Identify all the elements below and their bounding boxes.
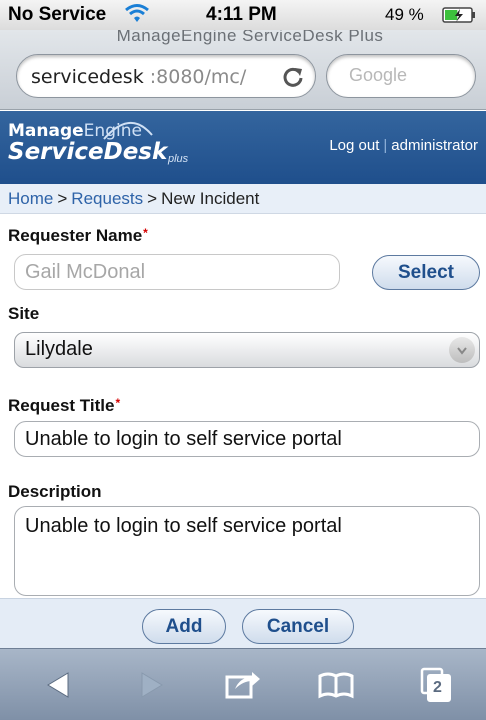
request-title-label: Request Title* xyxy=(8,396,120,416)
logo-manage: Manage xyxy=(8,121,84,141)
header-links: Log out | administrator xyxy=(329,137,478,154)
breadcrumb-current: New Incident xyxy=(161,189,260,208)
request-title-label-text: Request Title xyxy=(8,396,115,415)
status-bar: No Service 4:11 PM 49 % xyxy=(0,0,486,30)
breadcrumb-home[interactable]: Home xyxy=(8,189,53,208)
user-link[interactable]: administrator xyxy=(391,137,478,154)
logo-servicedesk: ServiceDesk xyxy=(8,139,168,165)
logo-swoosh-icon xyxy=(103,121,153,140)
breadcrumb-requests[interactable]: Requests xyxy=(71,189,143,208)
url-field[interactable]: servicedesk :8080/mc/ xyxy=(16,54,316,98)
chevron-down-icon xyxy=(449,337,475,363)
carrier-label: No Service xyxy=(8,4,107,25)
header-separator: | xyxy=(383,137,388,154)
share-icon[interactable] xyxy=(222,665,262,705)
required-marker: * xyxy=(115,396,121,410)
logout-link[interactable]: Log out xyxy=(329,137,379,154)
requester-label-text: Requester Name xyxy=(8,226,143,245)
site-label: Site xyxy=(8,304,40,323)
cancel-button[interactable]: Cancel xyxy=(242,609,354,644)
url-host: servicedesk xyxy=(31,66,144,88)
description-field[interactable]: Unable to login to self service portal xyxy=(14,506,480,596)
new-incident-form: Requester Name* Select Site Lilydale Req… xyxy=(0,214,486,598)
description-label: Description xyxy=(8,482,102,501)
breadcrumb-separator: > xyxy=(147,189,158,208)
battery-icon xyxy=(442,7,475,23)
tabs-count: 2 xyxy=(433,679,442,696)
breadcrumb: Home > Requests > New Incident xyxy=(0,184,486,214)
logo-plus: plus xyxy=(168,153,189,165)
page-title-faded: ManageEngine ServiceDesk Plus xyxy=(116,30,384,45)
bookmarks-icon[interactable] xyxy=(316,665,356,705)
clock: 4:11 PM xyxy=(206,4,277,25)
servicedesk-logo[interactable]: ManageEngine ServiceDesk plus xyxy=(8,121,188,165)
forward-icon[interactable] xyxy=(132,665,172,705)
add-button[interactable]: Add xyxy=(142,609,226,644)
reload-icon[interactable] xyxy=(281,65,305,89)
app-header: ManageEngine ServiceDesk plus Log out | ad… xyxy=(0,111,486,184)
required-marker: * xyxy=(143,226,148,240)
requester-name-field[interactable] xyxy=(14,254,340,290)
site-selected-value: Lilydale xyxy=(25,338,93,360)
url-text: servicedesk :8080/mc/ xyxy=(31,66,246,88)
url-path: :8080/mc/ xyxy=(149,66,247,88)
site-select[interactable]: Lilydale xyxy=(14,332,480,368)
form-actions: Add Cancel xyxy=(0,598,486,648)
tabs-icon[interactable]: 2 xyxy=(416,665,456,705)
back-icon[interactable] xyxy=(38,665,78,705)
breadcrumb-separator: > xyxy=(57,189,68,208)
battery-percent: 49 % xyxy=(385,5,424,24)
browser-toolbar: 2 xyxy=(0,648,486,720)
requester-label: Requester Name* xyxy=(8,226,148,246)
wifi-icon xyxy=(125,4,149,22)
search-field[interactable] xyxy=(326,54,476,98)
search-input[interactable] xyxy=(349,65,459,86)
request-title-field[interactable] xyxy=(14,421,480,457)
browser-address-bar: ManageEngine ServiceDesk Plus servicedes… xyxy=(0,30,486,110)
select-requester-button[interactable]: Select xyxy=(372,255,480,290)
